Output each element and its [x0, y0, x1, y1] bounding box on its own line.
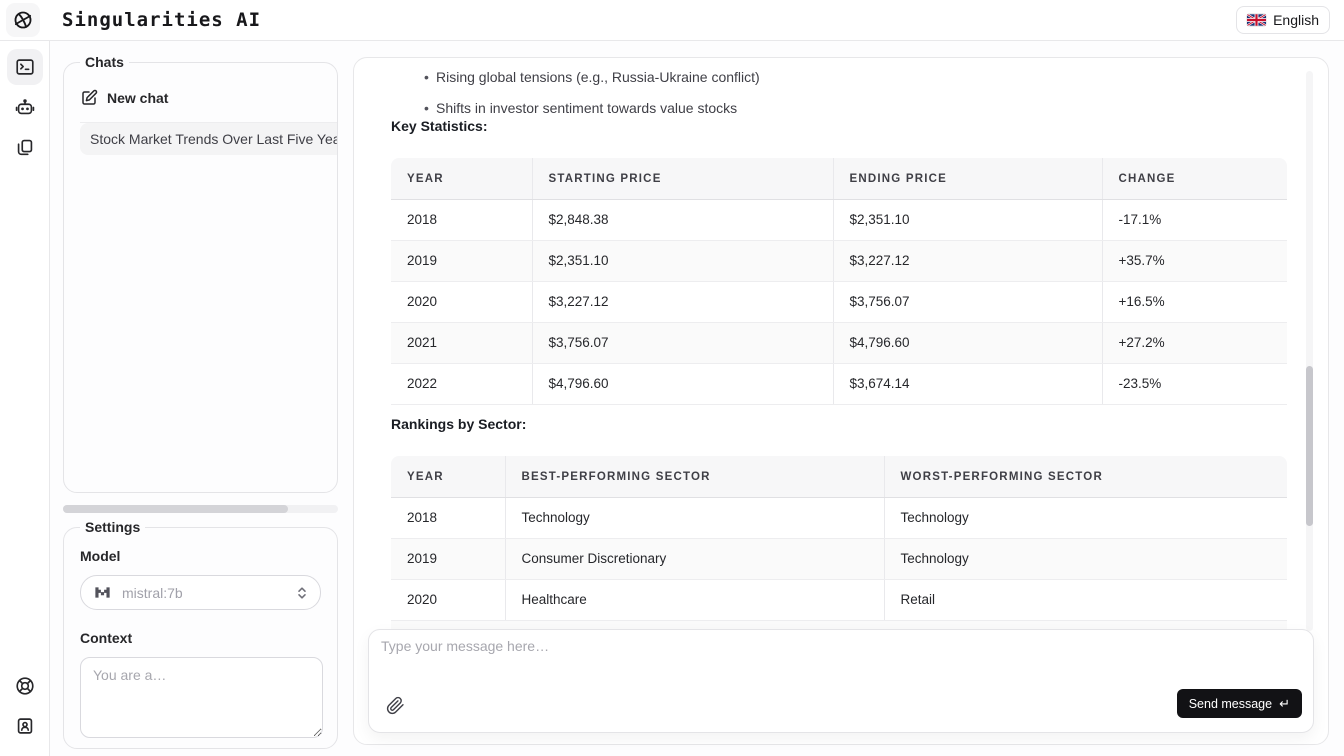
robot-icon: [14, 96, 36, 118]
key-statistics-heading: Key Statistics:: [391, 118, 487, 134]
table-cell: -17.1%: [1102, 200, 1287, 241]
new-chat-label: New chat: [107, 90, 168, 106]
language-button[interactable]: English: [1236, 6, 1330, 34]
model-label: Model: [80, 548, 337, 564]
table-cell: +27.2%: [1102, 323, 1287, 364]
send-message-label: Send message: [1189, 697, 1272, 711]
table-cell: $3,674.14: [833, 364, 1102, 405]
chats-panel: Chats New chat Stock Market Trends Over …: [63, 62, 338, 493]
top-bar: Singularities AI English: [0, 0, 1344, 41]
table-cell: 2020: [391, 282, 532, 323]
table-row: 2019Consumer DiscretionaryTechnology: [391, 539, 1287, 580]
table-cell: +16.5%: [1102, 282, 1287, 323]
table-cell: 2022: [391, 364, 532, 405]
chats-horizontal-scrollbar[interactable]: [63, 505, 338, 513]
table-cell: $3,756.07: [532, 323, 833, 364]
chevron-up-down-icon: [296, 586, 308, 600]
table-cell: $3,227.12: [532, 282, 833, 323]
column-header: WORST-PERFORMING SECTOR: [884, 456, 1287, 498]
rankings-heading: Rankings by Sector:: [391, 416, 526, 432]
table-cell: Retail: [884, 580, 1287, 621]
main-vertical-scrollbar[interactable]: [1306, 71, 1313, 631]
rail-item-help[interactable]: [7, 668, 43, 704]
rail-item-chat-terminal[interactable]: [7, 49, 43, 85]
table-cell: $3,227.12: [833, 241, 1102, 282]
column-header: YEAR: [391, 158, 532, 200]
table-row: 2019$2,351.10$3,227.12+35.7%: [391, 241, 1287, 282]
message-composer: Send message ↵: [368, 629, 1314, 733]
edit-pencil-icon: [80, 89, 98, 107]
context-input[interactable]: [80, 657, 323, 738]
new-chat-button[interactable]: New chat: [80, 89, 168, 107]
table-row: 2021$3,756.07$4,796.60+27.2%: [391, 323, 1287, 364]
table-cell: +35.7%: [1102, 241, 1287, 282]
lifebuoy-help-icon: [14, 675, 36, 697]
planet-leaf-icon: [12, 9, 34, 31]
table-row: 2020$3,227.12$3,756.07+16.5%: [391, 282, 1287, 323]
table-cell: 2019: [391, 241, 532, 282]
sector-rankings-table: YEARBEST-PERFORMING SECTORWORST-PERFORMI…: [391, 456, 1287, 631]
table-header-row: YEARSTARTING PRICEENDING PRICECHANGE: [391, 158, 1287, 200]
table-row: 2018$2,848.38$2,351.10-17.1%: [391, 200, 1287, 241]
column-header: STARTING PRICE: [532, 158, 833, 200]
statistics-table: YEARSTARTING PRICEENDING PRICECHANGE2018…: [391, 158, 1287, 405]
table-row: 2020HealthcareRetail: [391, 580, 1287, 621]
context-label: Context: [80, 630, 337, 646]
table-cell: Technology: [505, 498, 884, 539]
message-input[interactable]: [381, 638, 1081, 690]
mistral-logo-icon: [93, 583, 112, 602]
terminal-icon: [14, 56, 36, 78]
enter-key-icon: ↵: [1279, 697, 1290, 710]
table-cell: 2021: [391, 323, 532, 364]
table-cell: Technology: [884, 498, 1287, 539]
settings-panel: Settings Model mistral:7b Context: [63, 527, 338, 749]
chats-panel-legend: Chats: [80, 53, 129, 72]
table-cell: $4,796.60: [833, 323, 1102, 364]
column-header: CHANGE: [1102, 158, 1287, 200]
paperclip-icon: [386, 696, 405, 715]
rail-item-account[interactable]: [7, 708, 43, 744]
table-cell: 2020: [391, 580, 505, 621]
column-header: ENDING PRICE: [833, 158, 1102, 200]
chat-list-item-selected[interactable]: Stock Market Trends Over Last Five Years: [80, 123, 337, 155]
attach-file-button[interactable]: [382, 692, 408, 718]
model-select[interactable]: mistral:7b: [80, 575, 321, 610]
rail-item-copy-pages[interactable]: [7, 129, 43, 165]
table-row: 2018TechnologyTechnology: [391, 498, 1287, 539]
table-cell: $2,351.10: [532, 241, 833, 282]
main-vertical-scrollbar-thumb[interactable]: [1306, 366, 1313, 526]
column-header: BEST-PERFORMING SECTOR: [505, 456, 884, 498]
table-cell: 2019: [391, 539, 505, 580]
page-title: Singularities AI: [62, 9, 261, 31]
table-cell: Healthcare: [505, 580, 884, 621]
send-message-button[interactable]: Send message ↵: [1177, 689, 1302, 718]
rail-item-models-robot[interactable]: [7, 89, 43, 125]
table-row: 2022$4,796.60$3,674.14-23.5%: [391, 364, 1287, 405]
bullet-item: Rising global tensions (e.g., Russia-Ukr…: [424, 67, 760, 87]
table-cell: Consumer Discretionary: [505, 539, 884, 580]
table-cell: -23.5%: [1102, 364, 1287, 405]
table-cell: 2018: [391, 498, 505, 539]
table-cell: $3,756.07: [833, 282, 1102, 323]
bullet-item: Shifts in investor sentiment towards val…: [424, 98, 760, 118]
model-select-value: mistral:7b: [122, 585, 286, 601]
table-cell: 2018: [391, 200, 532, 241]
icon-rail: [0, 41, 50, 756]
table-cell: $2,351.10: [833, 200, 1102, 241]
table-header-row: YEARBEST-PERFORMING SECTORWORST-PERFORMI…: [391, 456, 1287, 498]
settings-panel-legend: Settings: [80, 518, 145, 537]
language-label: English: [1273, 12, 1319, 28]
table-cell: Technology: [884, 539, 1287, 580]
user-card-icon: [14, 715, 36, 737]
app-logo: [6, 3, 40, 37]
column-header: YEAR: [391, 456, 505, 498]
table-cell: $2,848.38: [532, 200, 833, 241]
table-cell: $4,796.60: [532, 364, 833, 405]
uk-flag-icon: [1247, 14, 1266, 26]
copy-icon: [14, 136, 36, 158]
chats-horizontal-scrollbar-thumb[interactable]: [63, 505, 288, 513]
